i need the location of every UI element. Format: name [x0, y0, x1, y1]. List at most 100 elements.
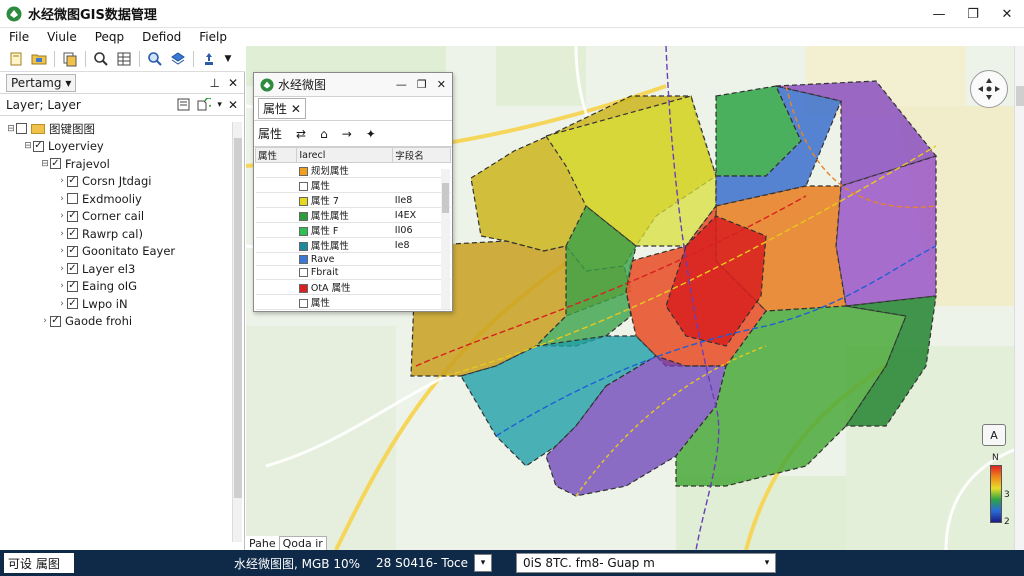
table-row[interactable]: Fbrait: [255, 265, 451, 280]
table-row[interactable]: OtA 属性: [255, 279, 451, 295]
pin-icon[interactable]: ⊥: [209, 76, 219, 90]
layer-visibility-checkbox[interactable]: [67, 228, 78, 240]
menu-view[interactable]: Viule: [38, 30, 86, 44]
layer-tree-item[interactable]: ⊟ 图键图图: [0, 120, 244, 138]
properties-icon[interactable]: [177, 98, 190, 111]
menu-default[interactable]: Defiod: [133, 30, 190, 44]
layer-tree-item[interactable]: ⊟ Frajevol: [0, 155, 244, 173]
expand-plus-icon[interactable]: ›: [57, 264, 67, 274]
navigation-compass[interactable]: [970, 70, 1008, 108]
expand-plus-icon[interactable]: ›: [40, 316, 50, 326]
layer-panel-scrollbar[interactable]: [232, 122, 242, 542]
layer-tree-item[interactable]: › Corner cail: [0, 208, 244, 226]
status-mode-field[interactable]: 可设 属图: [4, 553, 74, 573]
map-scrollbar[interactable]: [1014, 46, 1024, 550]
layer-visibility-checkbox[interactable]: [67, 175, 78, 187]
close-icon[interactable]: ✕: [228, 98, 238, 112]
zoom-icon[interactable]: [145, 49, 165, 69]
panel-tab[interactable]: Pertamg ▾: [6, 73, 77, 92]
layer-tree-item[interactable]: › Eaing oIG: [0, 278, 244, 296]
layer-visibility-checkbox[interactable]: [67, 210, 78, 222]
scale-dropdown-button[interactable]: ▾: [474, 554, 493, 572]
layer-tree-item[interactable]: › Layer el3: [0, 260, 244, 278]
scrollbar-thumb[interactable]: [234, 138, 242, 498]
attribute-window-titlebar[interactable]: 水经微图 — ❐ ✕: [254, 73, 452, 97]
expand-plus-icon[interactable]: ›: [57, 246, 67, 256]
expand-plus-icon[interactable]: ›: [57, 176, 67, 186]
layer-visibility-checkbox[interactable]: [50, 315, 61, 327]
layer-tree-item[interactable]: › Rawrp cal): [0, 225, 244, 243]
minimize-button[interactable]: —: [922, 0, 956, 28]
layer-tree-item[interactable]: › Goonitato Eayer: [0, 243, 244, 261]
layer-tree-item[interactable]: › Gaode frohi: [0, 313, 244, 331]
layer-visibility-checkbox[interactable]: [33, 140, 44, 152]
attribute-scrollbar[interactable]: [441, 169, 450, 309]
expand-minus-icon[interactable]: ⊟: [40, 159, 50, 169]
scrollbar-thumb[interactable]: [442, 183, 449, 213]
expand-minus-icon[interactable]: ⊟: [6, 124, 16, 134]
layer-visibility-checkbox[interactable]: [67, 280, 78, 292]
expand-plus-icon[interactable]: ›: [57, 299, 67, 309]
layer-visibility-checkbox[interactable]: [50, 158, 61, 170]
tab-attributes[interactable]: 属性 ✕: [258, 98, 306, 119]
tab-map[interactable]: Qoda ir: [278, 536, 327, 550]
maximize-button[interactable]: ❐: [417, 78, 427, 91]
column-header[interactable]: Iarecl: [296, 147, 394, 163]
layer-visibility-checkbox[interactable]: [67, 263, 78, 275]
expand-plus-icon[interactable]: ›: [57, 229, 67, 239]
color-swatch: [298, 254, 308, 264]
menu-help[interactable]: Fielp: [190, 30, 236, 44]
open-folder-icon[interactable]: [29, 49, 49, 69]
expand-plus-icon[interactable]: ›: [57, 211, 67, 221]
layer-tree-item[interactable]: › Corsn Jtdagi: [0, 173, 244, 191]
crs-select[interactable]: 0iS 8TC. fm8- Guap m ▾: [516, 553, 777, 573]
layer-tree-item[interactable]: › Exdmooliy: [0, 190, 244, 208]
table-row[interactable]: 属性属性 I4EX: [255, 207, 451, 223]
menu-page[interactable]: Peqp: [86, 30, 133, 44]
attribute-tool-label[interactable]: 属性: [258, 125, 282, 142]
scrollbar-thumb[interactable]: [1016, 86, 1024, 106]
copy-icon[interactable]: [60, 49, 80, 69]
expand-plus-icon[interactable]: ›: [57, 194, 67, 204]
close-button[interactable]: ✕: [437, 78, 446, 91]
refresh-icon[interactable]: [196, 98, 212, 111]
close-icon[interactable]: ✕: [291, 102, 301, 116]
table-row[interactable]: Rave: [255, 252, 451, 267]
pin-icon[interactable]: ✦: [366, 127, 376, 141]
layer-tree-item[interactable]: ⊟ Loyerviey: [0, 138, 244, 156]
layers-icon[interactable]: [168, 49, 188, 69]
north-arrow-icon[interactable]: A: [982, 424, 1006, 446]
layer-visibility-checkbox[interactable]: [67, 245, 78, 257]
table-row[interactable]: 属性: [255, 294, 451, 310]
table-row[interactable]: 属性: [255, 177, 451, 193]
tab-page[interactable]: Pahe: [246, 537, 279, 550]
table-row[interactable]: 属性 7 IIe8: [255, 192, 451, 208]
expand-plus-icon[interactable]: ›: [57, 281, 67, 291]
arrow-right-icon[interactable]: →: [342, 127, 352, 141]
home-icon[interactable]: ⌂: [320, 127, 328, 141]
menu-file[interactable]: File: [0, 30, 38, 44]
column-header[interactable]: 字段名: [392, 147, 451, 163]
filter-icon[interactable]: ⇄: [296, 127, 306, 141]
table-row[interactable]: 规划属性: [255, 162, 451, 178]
chevron-down-icon[interactable]: ▼: [222, 49, 234, 69]
table-row[interactable]: 属性属性 Ie8: [255, 237, 451, 253]
expand-minus-icon[interactable]: ⊟: [23, 141, 33, 151]
chevron-down-icon[interactable]: ▾: [65, 76, 71, 90]
chevron-down-icon[interactable]: ▾: [759, 558, 775, 568]
layer-visibility-checkbox[interactable]: [67, 298, 78, 310]
layer-tree-item[interactable]: › Lwpo iN: [0, 295, 244, 313]
chevron-down-icon[interactable]: ▾: [217, 100, 222, 110]
layer-visibility-checkbox[interactable]: [67, 193, 78, 205]
column-header[interactable]: 属性: [254, 147, 298, 163]
new-file-icon[interactable]: [6, 49, 26, 69]
search-icon[interactable]: [91, 49, 111, 69]
table-icon[interactable]: [114, 49, 134, 69]
close-icon[interactable]: ✕: [228, 76, 238, 90]
pan-tool-icon[interactable]: [199, 49, 219, 69]
close-button[interactable]: ✕: [990, 0, 1024, 28]
table-row[interactable]: 属性 F II06: [255, 222, 451, 238]
layer-visibility-checkbox[interactable]: [16, 123, 27, 135]
minimize-button[interactable]: —: [396, 78, 407, 91]
maximize-button[interactable]: ❐: [956, 0, 990, 28]
